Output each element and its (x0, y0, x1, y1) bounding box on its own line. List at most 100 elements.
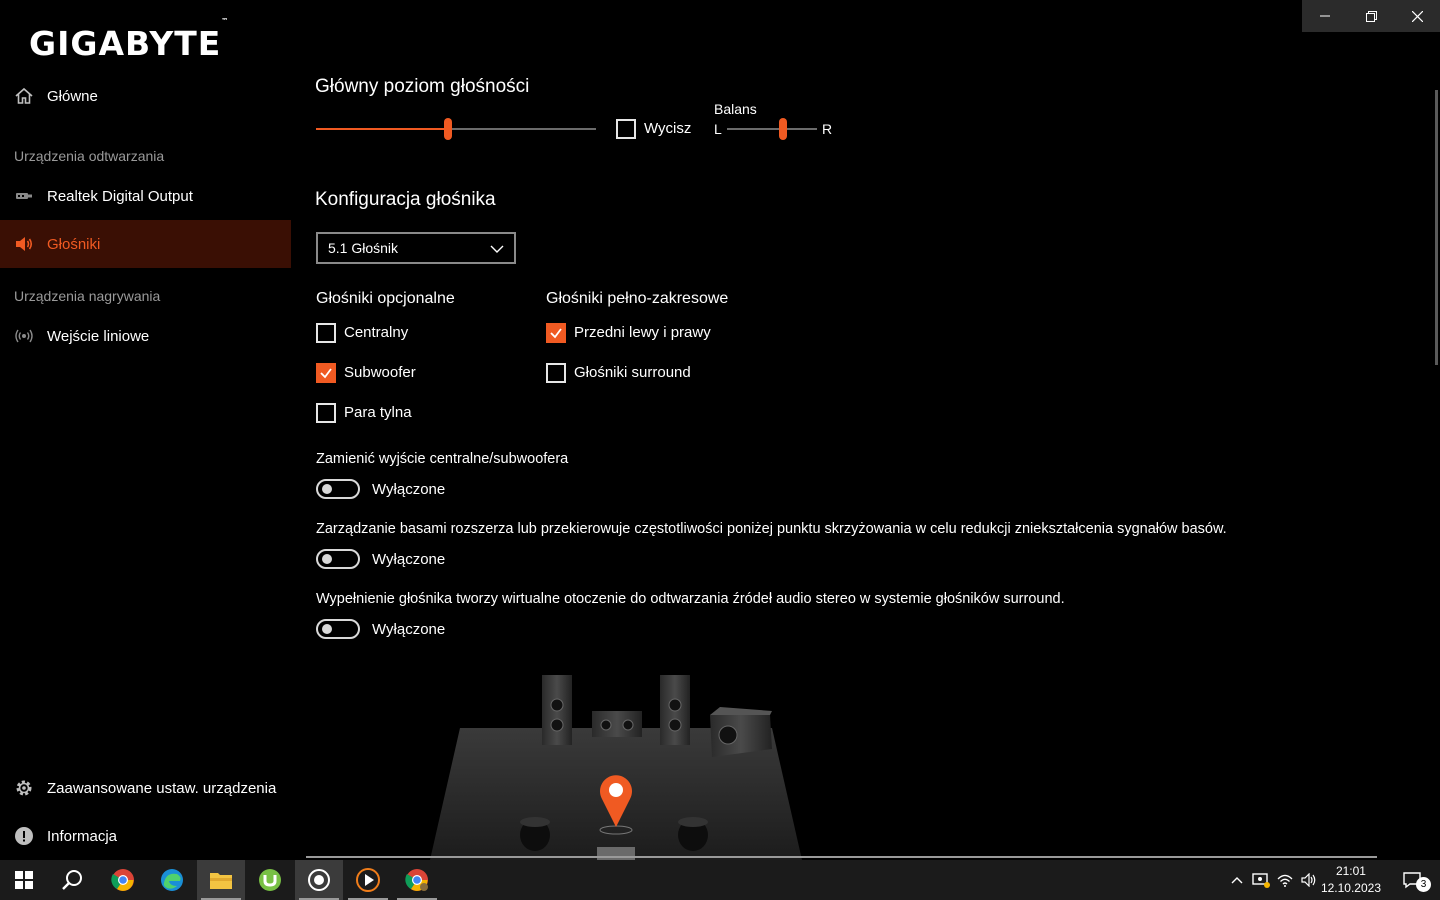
minimize-button[interactable] (1302, 0, 1348, 32)
clock-date: 12.10.2023 (1320, 881, 1381, 895)
speaker-config-dropdown[interactable]: 5.1 Głośnik (316, 232, 516, 264)
front-left-right-checkbox[interactable] (546, 323, 566, 343)
speaker-layout-illustration (430, 675, 802, 860)
rear-right-speaker-icon (678, 817, 708, 851)
center-speaker-icon (592, 711, 642, 737)
chrome-profile-taskbar-button[interactable] (393, 860, 441, 900)
chevron-down-icon (490, 240, 504, 256)
volume-icon (1301, 873, 1316, 887)
search-icon (62, 870, 82, 890)
balance-slider-thumb[interactable] (778, 118, 787, 140)
checkmark-icon (550, 328, 562, 339)
search-button[interactable] (48, 860, 96, 900)
gear-icon (0, 778, 47, 798)
playback-section-heading: Urządzenia odtwarzania (14, 148, 165, 164)
front-left-speaker-icon (542, 675, 572, 745)
start-button[interactable] (0, 860, 48, 900)
edge-icon (161, 869, 183, 891)
volume-slider-fill (316, 128, 448, 130)
bass-management-description: Zarządzanie basami rozszerza lub przekie… (316, 521, 1227, 537)
chrome-icon (111, 869, 134, 891)
sidebar-item-label: Głośniki (47, 235, 101, 253)
sidebar-item-label: Główne (47, 87, 98, 105)
utorrent-icon (259, 869, 281, 891)
speaker-fill-toggle[interactable] (316, 619, 360, 639)
show-hidden-icons-button[interactable] (1225, 860, 1249, 900)
chrome-taskbar-button[interactable] (99, 860, 147, 900)
swap-center-sub-description: Zamienić wyjście centralne/subwoofera (316, 451, 569, 467)
mute-label: Wycisz (644, 120, 692, 137)
balance-left-label: L (714, 121, 722, 137)
recording-section-heading: Urządzenia nagrywania (14, 288, 161, 304)
restore-button[interactable] (1348, 0, 1394, 32)
center-checkbox[interactable] (316, 323, 336, 343)
taskbar: 21:01 12.10.2023 3 (0, 860, 1440, 900)
notification-count-badge: 3 (1416, 877, 1431, 892)
chevron-up-icon (1231, 877, 1243, 884)
speaker-icon (0, 234, 47, 254)
subwoofer-label: Subwoofer (344, 364, 416, 381)
mute-checkbox[interactable] (616, 119, 636, 139)
network-button[interactable] (1273, 860, 1297, 900)
chrome-icon (405, 869, 428, 891)
close-button[interactable] (1394, 0, 1440, 32)
info-icon (0, 826, 47, 846)
sidebar-item-label: Informacja (47, 827, 118, 845)
wifi-icon (1277, 874, 1293, 887)
home-icon (0, 86, 47, 106)
speaker-fill-state: Wyłączone (372, 621, 446, 638)
bass-management-toggle[interactable] (316, 549, 360, 569)
play-icon (356, 868, 380, 892)
speaker-config-title: Konfiguracja głośnika (315, 189, 496, 210)
sidebar-item-home[interactable]: Główne (0, 72, 291, 120)
balance-slider-track[interactable] (727, 128, 817, 130)
audio-app-icon (308, 869, 330, 891)
line-in-icon (0, 326, 47, 346)
front-left-right-label: Przedni lewy i prawy (574, 324, 711, 341)
folder-icon (210, 873, 232, 889)
gigabyte-logo: GIGABYTE™ (29, 17, 229, 63)
rear-pair-checkbox[interactable] (316, 403, 336, 423)
utorrent-taskbar-button[interactable] (246, 860, 294, 900)
front-right-speaker-icon (660, 675, 690, 745)
file-explorer-taskbar-button[interactable] (197, 860, 245, 900)
gigabyte-audio-taskbar-button[interactable] (295, 860, 343, 900)
sidebar-item-label: Zaawansowane ustaw. urządzenia (47, 779, 277, 797)
sidebar-item-realtek-digital-output[interactable]: Realtek Digital Output (0, 172, 291, 220)
tray-app-button[interactable] (1249, 860, 1273, 900)
balance-label: Balans (714, 101, 757, 117)
volume-slider-thumb[interactable] (443, 118, 452, 140)
sidebar-item-label: Wejście liniowe (47, 327, 150, 345)
subwoofer-icon (710, 707, 772, 757)
window-controls (1302, 0, 1440, 32)
rear-left-speaker-icon (520, 817, 550, 851)
vertical-scrollbar[interactable] (1435, 90, 1438, 365)
volume-title: Główny poziom głośności (315, 76, 530, 97)
clock-time: 21:01 (1335, 864, 1366, 878)
optional-speakers-title: Głośniki opcjonalne (316, 290, 455, 307)
sidebar-item-advanced-settings[interactable]: Zaawansowane ustaw. urządzenia (0, 764, 291, 812)
center-label: Centralny (344, 324, 409, 341)
surround-checkbox[interactable] (546, 363, 566, 383)
media-player-taskbar-button[interactable] (344, 860, 392, 900)
security-tray-icon (1252, 873, 1270, 888)
taskbar-clock[interactable]: 21:01 12.10.2023 (1321, 863, 1381, 897)
speaker-fill-description: Wypełnienie głośnika tworzy wirtualne ot… (316, 591, 1065, 607)
subwoofer-checkbox[interactable] (316, 363, 336, 383)
volume-tray-button[interactable] (1297, 860, 1321, 900)
digital-output-icon (0, 186, 47, 206)
action-center-button[interactable]: 3 (1392, 860, 1432, 900)
speaker-config-selected: 5.1 Głośnik (328, 240, 399, 256)
sidebar-item-line-in[interactable]: Wejście liniowe (0, 312, 291, 360)
sidebar-item-speakers[interactable]: Głośniki (0, 220, 291, 268)
edge-taskbar-button[interactable] (148, 860, 196, 900)
bass-management-state: Wyłączone (372, 551, 446, 568)
sidebar-item-information[interactable]: Informacja (0, 812, 291, 860)
sidebar-item-label: Realtek Digital Output (47, 187, 193, 205)
rear-pair-label: Para tylna (344, 404, 412, 421)
checkmark-icon (320, 368, 332, 379)
surround-label: Głośniki surround (574, 364, 691, 381)
balance-right-label: R (822, 121, 833, 137)
horizontal-scrollbar[interactable] (306, 856, 1377, 858)
swap-center-sub-toggle[interactable] (316, 479, 360, 499)
